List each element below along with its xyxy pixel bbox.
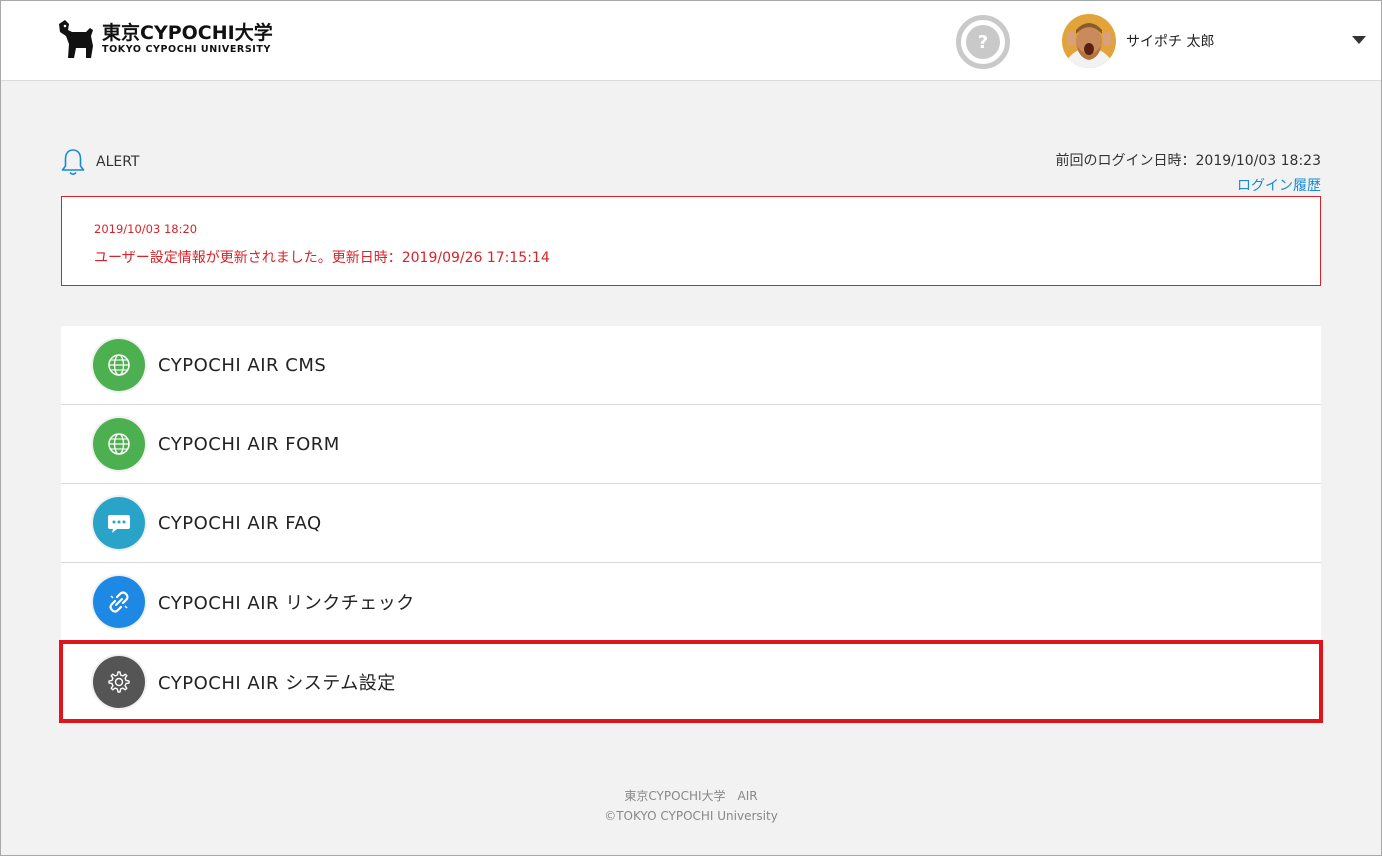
avatar: [1062, 14, 1116, 68]
user-name: サイポチ 太郎: [1126, 34, 1215, 50]
app-item-system-settings[interactable]: CYPOCHI AIR システム設定: [59, 640, 1323, 723]
app-item-form[interactable]: CYPOCHI AIR FORM: [61, 405, 1321, 484]
gear-icon: [93, 655, 145, 708]
dog-logo-icon: [59, 20, 93, 58]
globe-icon: [93, 418, 145, 470]
bell-icon: [61, 149, 85, 176]
top-header: 東京CYPOCHI大学 TOKYO CYPOCHI UNIVERSITY ? サ…: [0, 0, 1382, 81]
last-login-text: 前回のログイン日時：2019/10/03 18:23: [1055, 153, 1322, 169]
login-history-link[interactable]: ログイン履歴: [1237, 175, 1321, 195]
broken-link-icon: [93, 576, 145, 628]
footer-copyright: ©TOKYO CYPOCHI University: [604, 809, 778, 823]
chat-bubble-icon: [93, 497, 145, 549]
site-logo[interactable]: 東京CYPOCHI大学 TOKYO CYPOCHI UNIVERSITY: [56, 18, 273, 62]
help-button[interactable]: ?: [956, 15, 1010, 69]
alert-message: ユーザー設定情報が更新されました。更新日時：2019/09/26 17:15:1…: [94, 250, 550, 266]
footer-title: 東京CYPOCHI大学 AIR: [624, 789, 758, 803]
logo-title: 東京CYPOCHI大学: [102, 22, 273, 44]
globe-icon: [93, 339, 145, 391]
alert-label: ALERT: [96, 154, 140, 170]
chevron-down-icon[interactable]: [1352, 36, 1366, 44]
alert-box: 2019/10/03 18:20 ユーザー設定情報が更新されました。更新日時：2…: [61, 196, 1321, 286]
app-label: CYPOCHI AIR リンクチェック: [158, 593, 415, 614]
app-label: CYPOCHI AIR CMS: [158, 354, 327, 376]
alert-date: 2019/10/03 18:20: [94, 222, 198, 236]
app-label: CYPOCHI AIR FORM: [158, 433, 340, 455]
question-mark-icon: ?: [966, 25, 1000, 59]
app-list: CYPOCHI AIR CMS CYPOCHI AIR FORM CYPOCHI…: [59, 326, 1323, 723]
app-item-faq[interactable]: CYPOCHI AIR FAQ: [61, 484, 1321, 563]
user-menu[interactable]: サイポチ 太郎: [1062, 14, 1372, 68]
app-label: CYPOCHI AIR システム設定: [158, 672, 396, 694]
footer: 東京CYPOCHI大学 AIR ©TOKYO CYPOCHI Universit…: [0, 786, 1382, 826]
app-label: CYPOCHI AIR FAQ: [158, 512, 322, 534]
app-item-linkcheck[interactable]: CYPOCHI AIR リンクチェック: [61, 563, 1321, 642]
app-item-cms[interactable]: CYPOCHI AIR CMS: [61, 326, 1321, 405]
logo-subtitle: TOKYO CYPOCHI UNIVERSITY: [102, 44, 271, 55]
alert-header: ALERT: [60, 147, 139, 177]
